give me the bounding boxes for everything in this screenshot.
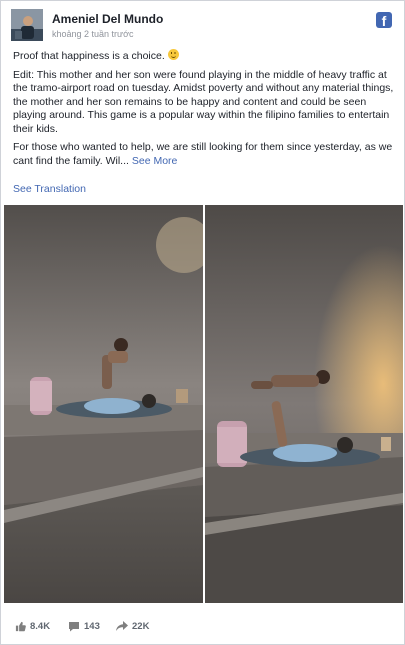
post-photo-left[interactable] [4, 205, 203, 603]
post-paragraph-3: For those who wanted to help, we are sti… [13, 141, 398, 168]
shares-count: 22K [132, 621, 150, 632]
thumbs-up-icon [15, 621, 26, 632]
shares-stat[interactable]: 22K [116, 621, 149, 632]
author-avatar[interactable] [11, 9, 43, 41]
share-arrow-icon [116, 621, 128, 632]
post-caption: Proof that happiness is a choice. [13, 50, 165, 62]
post-photos [4, 205, 403, 603]
see-more-link[interactable]: See More [132, 155, 178, 167]
post-body: Proof that happiness is a choice. Edit: … [13, 49, 398, 173]
post-paragraph-2: Edit: This mother and her son were found… [13, 68, 394, 135]
likes-stat[interactable]: 8.4K [15, 621, 50, 632]
comment-icon [68, 621, 80, 632]
comments-stat[interactable]: 143 [68, 621, 100, 632]
post-paragraph-1: Proof that happiness is a choice. [13, 49, 398, 64]
post-header: Ameniel Del Mundo khoảng 2 tuần trước f [11, 9, 394, 45]
post-footer: 8.4K 143 22K [1, 613, 404, 639]
likes-count: 8.4K [30, 621, 51, 632]
author-name[interactable]: Ameniel Del Mundo [52, 12, 163, 26]
comments-count: 143 [84, 621, 100, 632]
post-paragraph-3-text: For those who wanted to help, we are sti… [13, 141, 393, 167]
facebook-post: Ameniel Del Mundo khoảng 2 tuần trước f … [0, 0, 405, 645]
facebook-icon[interactable]: f [376, 12, 392, 28]
post-timestamp[interactable]: khoảng 2 tuần trước [52, 29, 133, 39]
smiley-emoji [167, 49, 179, 60]
post-photo-right[interactable] [205, 205, 403, 603]
see-translation-link[interactable]: See Translation [13, 183, 86, 195]
